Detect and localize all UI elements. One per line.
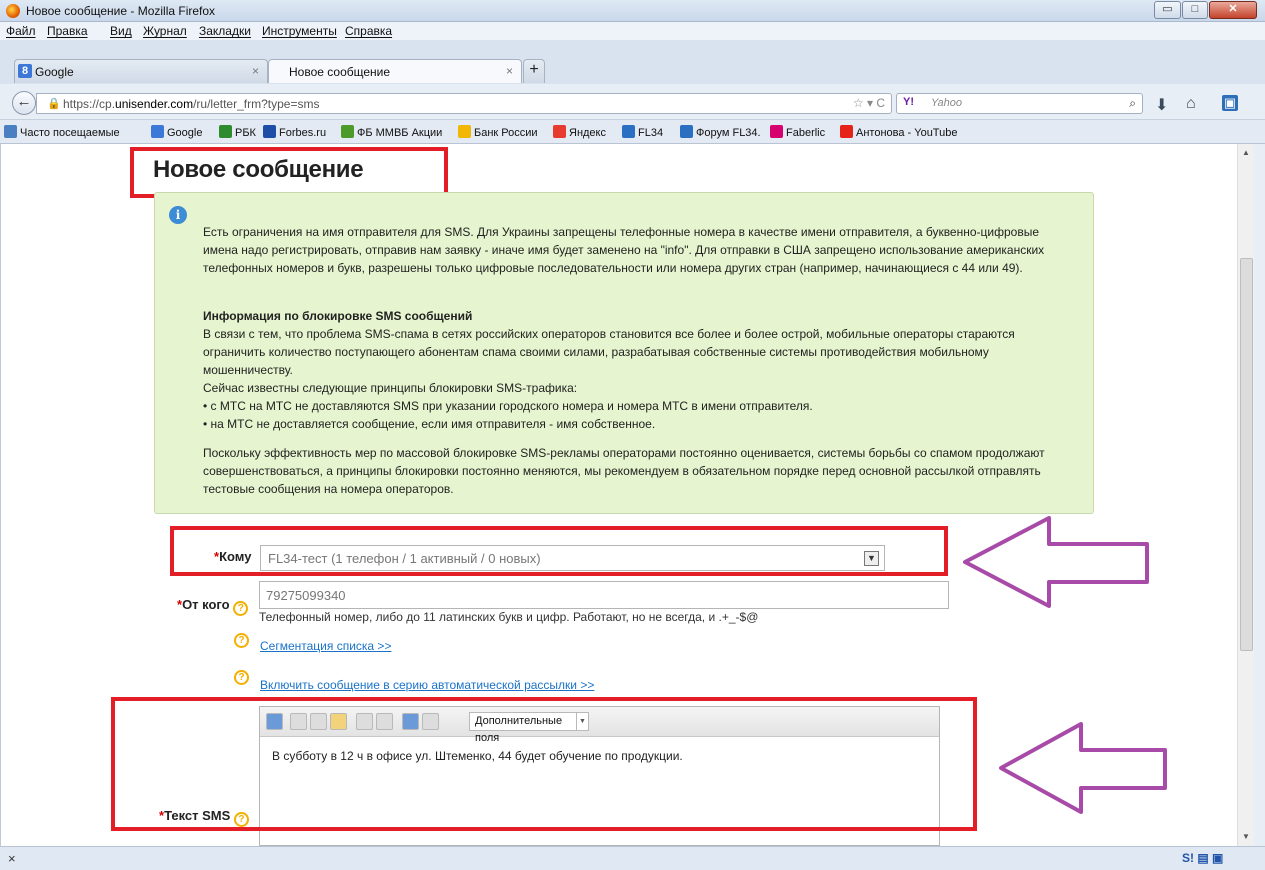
scroll-up-icon[interactable]: ▲ (1242, 148, 1250, 157)
back-button[interactable]: ← (12, 91, 36, 115)
addon-status-icons[interactable]: S! ▤ ▣ (1182, 851, 1223, 865)
new-tab-button[interactable]: + (523, 59, 545, 83)
auto-series-link[interactable]: Включить сообщение в серию автоматическо… (260, 678, 594, 692)
bookmark-faberlic[interactable]: Faberlic (770, 125, 825, 139)
menu-bookmarks[interactable]: Закладки (199, 24, 251, 38)
tab-close-icon[interactable]: × (252, 64, 259, 78)
info-bullet: • с МТС на МТС не доставляются SMS при у… (203, 399, 813, 413)
faberlic-icon (770, 125, 783, 138)
tab-label: Google (35, 65, 74, 79)
info-paragraph: Есть ограничения на имя отправителя для … (203, 225, 1045, 275)
annotation-red-box (130, 147, 448, 198)
close-window-button[interactable]: ✕ (1209, 1, 1257, 19)
status-bar: × S! ▤ ▣ (0, 846, 1265, 870)
help-icon[interactable]: ? (234, 670, 249, 685)
search-placeholder: Yahoo (931, 97, 962, 109)
menu-tools[interactable]: Инструменты (262, 24, 337, 38)
lock-icon: 🔒 (47, 98, 61, 110)
info-paragraph: Сейчас известны следующие принципы блоки… (203, 381, 578, 395)
bookmark-fb-mmvb[interactable]: ФБ ММВБ Акции (341, 125, 442, 139)
tab-google[interactable]: 8 Google × (14, 59, 268, 83)
segmentation-link[interactable]: Сегментация списка >> (260, 639, 391, 653)
bookmark-google[interactable]: Google (151, 125, 202, 139)
bookmark-star-reload-icons[interactable]: ☆ ▾ C (853, 96, 885, 110)
bookmarks-toolbar: Часто посещаемые Google РБК Forbes.ru ФБ… (0, 120, 1265, 144)
annotation-red-box (170, 526, 948, 576)
window-titlebar: Новое сообщение - Mozilla Firefox ▭ □ ✕ (0, 0, 1265, 22)
bookmark-rbk[interactable]: РБК (219, 125, 256, 139)
help-icon[interactable]: ? (233, 601, 249, 616)
google-favicon-icon: 8 (18, 64, 32, 78)
info-paragraph: Поскольку эффективность мер по массовой … (203, 446, 1045, 496)
window-title: Новое сообщение - Mozilla Firefox (26, 4, 216, 18)
bookmark-forbes[interactable]: Forbes.ru (263, 125, 326, 139)
sender-name-input[interactable] (259, 581, 949, 609)
info-panel: i Есть ограничения на имя отправителя дл… (154, 192, 1094, 514)
mmvb-icon (341, 125, 354, 138)
navigation-bar: ← 🔒 https://cp.unisender.com/ru/letter_f… (0, 84, 1265, 120)
sender-hint: Телефонный номер, либо до 11 латинских б… (259, 610, 759, 624)
page-content: Новое сообщение i Есть ограничения на им… (0, 144, 1237, 846)
tab-bar: 8 Google × Новое сообщение × + (0, 40, 1265, 84)
youtube-icon (840, 125, 853, 138)
google-icon (151, 125, 164, 138)
annotation-arrow-icon (963, 516, 1149, 608)
bookmark-youtube[interactable]: Антонова - YouTube (840, 125, 957, 139)
home-icon[interactable]: ⌂ (1186, 95, 1196, 113)
from-label: *От кого ? (177, 597, 249, 616)
menu-edit[interactable]: Правка (47, 24, 88, 38)
scrollbar-thumb[interactable] (1240, 258, 1253, 651)
bookmark-fl34[interactable]: FL34 (622, 125, 663, 139)
bookmark-bank-russia[interactable]: Банк России (458, 125, 538, 139)
tab-close-icon[interactable]: × (506, 64, 513, 78)
bookmark-most-visited[interactable]: Часто посещаемые (4, 125, 120, 139)
tab-label: Новое сообщение (289, 65, 391, 79)
address-bar[interactable]: 🔒 https://cp.unisender.com/ru/letter_frm… (36, 93, 892, 114)
yandex-icon (553, 125, 566, 138)
maximize-button[interactable]: □ (1182, 1, 1208, 19)
info-bullet: • на МТС не доставляется сообщение, если… (203, 417, 656, 431)
menu-view[interactable]: Вид (110, 24, 132, 38)
url-text: https://cp.unisender.com/ru/letter_frm?t… (63, 97, 320, 111)
vertical-scrollbar[interactable]: ▲ ▼ (1237, 144, 1254, 846)
download-icon[interactable]: ⬇ (1155, 95, 1168, 115)
info-blocking-section: Информация по блокировке SMS сообщений В… (203, 307, 1063, 433)
bookmark-forum-fl34[interactable]: Форум FL34. (680, 125, 761, 139)
window-border (1254, 144, 1265, 846)
close-icon[interactable]: × (8, 851, 16, 866)
search-bar[interactable]: Y! Yahoo ⌕ (896, 93, 1143, 114)
minimize-button[interactable]: ▭ (1154, 1, 1181, 19)
info-heading: Информация по блокировке SMS сообщений (203, 309, 473, 323)
rbk-icon (219, 125, 232, 138)
info-icon: i (169, 206, 187, 224)
menu-bar: Файл Правка Вид Журнал Закладки Инструме… (0, 22, 1265, 40)
help-icon[interactable]: ? (234, 633, 249, 648)
tab-new-message[interactable]: Новое сообщение × (268, 59, 522, 83)
fl34-icon (680, 125, 693, 138)
bank-russia-icon (458, 125, 471, 138)
annotation-red-box (111, 697, 977, 831)
most-visited-icon (4, 125, 17, 138)
scroll-down-icon[interactable]: ▼ (1242, 832, 1250, 841)
forbes-icon (263, 125, 276, 138)
annotation-arrow-icon (999, 722, 1167, 814)
bookmark-yandex[interactable]: Яндекс (553, 125, 606, 139)
menu-help[interactable]: Справка (345, 24, 392, 38)
yahoo-logo-icon[interactable]: Y! (903, 96, 914, 108)
search-icon[interactable]: ⌕ (1129, 96, 1136, 111)
fl34-icon (622, 125, 635, 138)
menu-history[interactable]: Журнал (143, 24, 187, 38)
info-paragraph: В связи с тем, что проблема SMS-спама в … (203, 327, 1015, 377)
pvd-extension-icon[interactable]: ▣ (1222, 95, 1238, 111)
menu-file[interactable]: Файл (6, 24, 36, 38)
firefox-logo-icon (6, 4, 20, 18)
